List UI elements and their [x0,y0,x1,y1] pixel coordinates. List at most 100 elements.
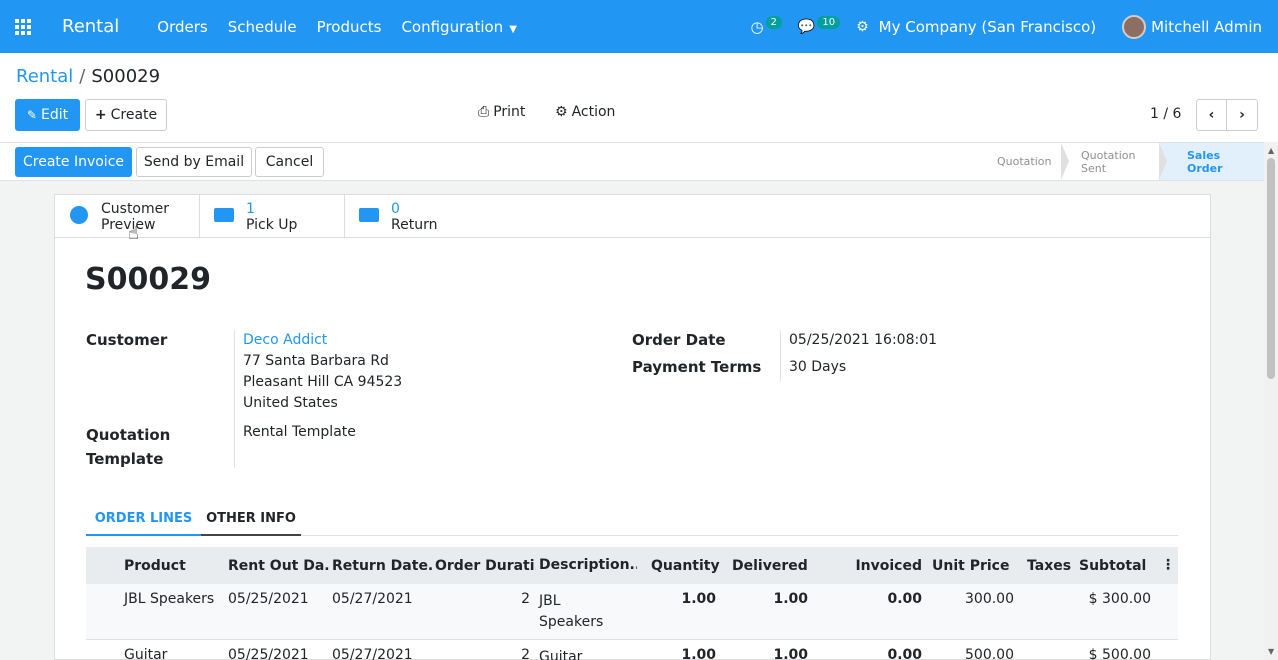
messages-badge: 10 [817,16,841,29]
print-icon: ⎙ [478,104,490,120]
cell-quantity: 1.00 [681,647,716,660]
column-header-quantity[interactable]: Quantity [637,558,722,574]
column-header-unit-price[interactable]: Unit Price [928,558,1020,574]
cell-subtotal: $ 500.00 [1088,647,1151,660]
top-navbar: Rental Orders Schedule Products Configur… [0,0,1278,53]
stage-quotation-label: Quotation [997,155,1052,168]
scroll-thumb[interactable] [1267,158,1275,379]
column-header-return-date[interactable]: Return Date... [329,558,432,574]
breadcrumb-parent[interactable]: Rental [16,66,73,87]
edit-button[interactable]: ✎ Edit [15,99,80,131]
customer-address-country: United States [243,395,338,411]
column-header-duration[interactable]: Order Durati... [432,558,536,574]
systray: ◷ 2 💬 10 ⚙ My Company (San Francisco) Mi… [750,0,1278,53]
vertical-scrollbar[interactable]: ▲ ▼ [1264,142,1278,660]
cell-product: JBL Speakers [124,591,215,607]
cell-delivered: 1.00 [773,647,808,660]
truck-icon [359,208,379,225]
tab-other-info[interactable]: OTHER INFO [201,503,301,536]
create-invoice-button[interactable]: Create Invoice [15,147,132,177]
order-date-value[interactable]: 05/25/2021 16:08:01 [789,330,937,351]
quotation-template-label-line2: Template [86,450,164,468]
stage-quotation-sent[interactable]: Quotation Sent [1061,143,1167,180]
stage-quotation[interactable]: Quotation [981,143,1069,180]
column-header-subtotal[interactable]: Subtotal [1073,558,1157,574]
caret-down-icon: ▼ [509,23,517,35]
stage-sales-order-label: Sales Order [1187,148,1223,175]
pager-value[interactable]: 1 / 6 [1150,106,1181,122]
order-date-label: Order Date [632,331,726,349]
menu-configuration[interactable]: Configuration ▼ [401,18,536,36]
activity-badge: 2 [765,16,782,29]
cell-duration: 2 [521,591,530,607]
edit-label: Edit [40,107,69,123]
menu-schedule[interactable]: Schedule [228,18,297,36]
column-header-taxes[interactable]: Taxes [1020,558,1073,574]
table-row[interactable]: Guitar 05/25/2021 05/27/2021 2 Guitar 1.… [86,640,1178,660]
scroll-up-icon[interactable]: ▲ [1268,146,1274,155]
create-label: Create [110,107,158,123]
tab-order-lines[interactable]: ORDER LINES [86,503,201,536]
customer-link[interactable]: Deco Addict [243,330,402,351]
customer-preview-line1: Customer [101,200,170,217]
order-title: S00029 [85,262,211,297]
payment-terms-value[interactable]: 30 Days [789,357,846,378]
return-button[interactable]: 0 Return [345,195,490,238]
cell-return-date: 05/27/2021 [332,647,413,660]
gear-icon: ⚙ [555,104,568,120]
company-switcher[interactable]: ⚙ My Company (San Francisco) [856,18,1096,36]
messages-button[interactable]: 💬 10 [797,16,841,35]
menu-products[interactable]: Products [317,18,382,36]
scroll-down-icon[interactable]: ▼ [1268,647,1274,656]
customer-label: Customer [86,331,168,349]
column-header-rent-out[interactable]: Rent Out Da... [225,558,329,574]
print-button[interactable]: ⎙ Print [478,104,525,120]
stage-sales-order[interactable]: Sales Order [1159,143,1264,180]
stage-quotation-sent-label: Quotation Sent [1081,148,1136,175]
customer-address-city: Pleasant Hill CA 94523 [243,374,403,390]
cell-invoiced: 0.00 [887,591,922,607]
chevron-right-icon: › [1239,107,1245,123]
app-brand[interactable]: Rental [62,16,119,37]
apps-menu-icon[interactable] [0,0,46,53]
pickup-button[interactable]: 1 Pick Up [200,195,345,238]
create-button[interactable]: + Create [85,99,167,131]
pager-next-button[interactable]: › [1227,99,1258,131]
pencil-icon: ✎ [26,108,37,122]
cell-return-date: 05/27/2021 [332,591,413,607]
column-header-description[interactable]: Description... [536,555,637,576]
action-button[interactable]: ⚙ Action [555,104,615,120]
column-header-invoiced[interactable]: Invoiced [838,558,928,574]
company-name: My Company (San Francisco) [878,17,1097,36]
truck-icon [214,208,234,225]
notebook-tabs: ORDER LINES OTHER INFO [86,503,1178,536]
order-lines-table: Product Rent Out Da... Return Date... Or… [86,547,1178,660]
cell-product: Guitar [124,647,168,660]
cell-quantity: 1.00 [681,591,716,607]
quotation-template-value[interactable]: Rental Template [243,422,356,443]
breadcrumb-separator: / [79,66,86,87]
breadcrumb-current: S00029 [91,66,161,87]
column-header-delivered[interactable]: Delivered [722,558,814,574]
globe-icon [69,206,89,227]
pager-previous-button[interactable]: ‹ [1196,99,1227,131]
table-row[interactable]: JBL Speakers 05/25/2021 05/27/2021 2 JBL… [86,584,1178,640]
return-count: 0 [391,200,400,217]
pickup-label: Pick Up [246,216,298,233]
breadcrumb: Rental / S00029 [16,66,160,87]
activity-button[interactable]: ◷ 2 [750,16,782,36]
customer-field[interactable]: Deco Addict 77 Santa Barbara Rd Pleasant… [243,330,402,414]
clock-icon: ◷ [750,17,764,36]
menu-configuration-label: Configuration [401,17,504,36]
optional-columns-icon[interactable]: ⋮ [1161,557,1175,573]
stage-pipeline: Quotation Quotation Sent Sales Order [981,143,1264,180]
send-by-email-button[interactable]: Send by Email [136,147,252,177]
cell-description-line2: Speakers [539,614,604,630]
column-header-product[interactable]: Product [121,558,225,574]
cell-rent-out: 05/25/2021 [228,591,309,607]
menu-orders[interactable]: Orders [157,18,207,36]
cell-unit-price: 300.00 [965,591,1014,607]
chat-icon: 💬 [797,18,816,35]
cancel-button[interactable]: Cancel [255,147,324,177]
user-menu[interactable]: Mitchell Admin [1122,14,1262,39]
